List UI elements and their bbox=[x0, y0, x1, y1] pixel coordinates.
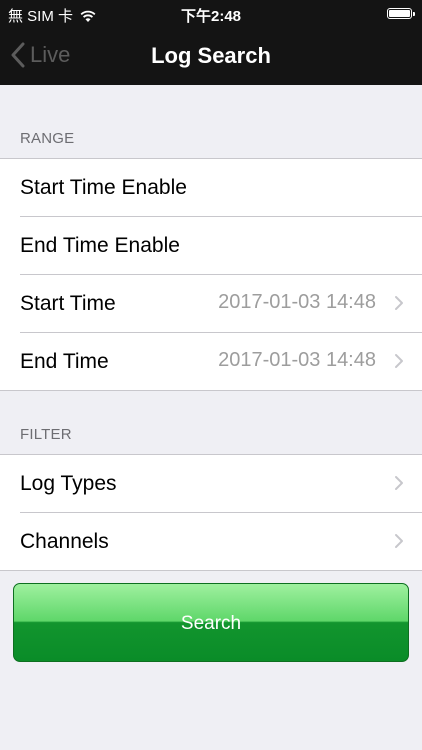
status-bar: 無 SIM 卡 下午2:48 bbox=[0, 0, 422, 28]
range-section-header: RANGE bbox=[20, 130, 75, 147]
status-time: 下午2:48 bbox=[180, 8, 242, 25]
nav-bar: Live Log Search bbox=[0, 28, 422, 85]
chevron-right-icon bbox=[395, 296, 403, 310]
row-label: Channels bbox=[20, 530, 109, 553]
start-time-enable-row[interactable]: Start Time Enable bbox=[20, 159, 422, 217]
row-label: End Time bbox=[20, 350, 109, 373]
row-label: Start Time Enable bbox=[20, 176, 187, 199]
search-button[interactable]: Search bbox=[13, 583, 409, 662]
range-group: Start Time Enable End Time Enable Start … bbox=[0, 158, 422, 391]
start-time-value: 2017-01-03 14:48 bbox=[218, 291, 376, 313]
filter-group: Log Types Channels bbox=[0, 454, 422, 571]
page-title: Log Search bbox=[151, 43, 271, 68]
start-time-row[interactable]: Start Time 2017-01-03 14:48 bbox=[20, 275, 422, 333]
row-label: Start Time bbox=[20, 292, 116, 315]
chevron-right-icon bbox=[395, 534, 403, 548]
end-time-enable-row[interactable]: End Time Enable bbox=[20, 217, 422, 275]
row-label: Log Types bbox=[20, 472, 117, 495]
battery-icon bbox=[387, 8, 415, 19]
row-label: End Time Enable bbox=[20, 234, 180, 257]
end-time-value: 2017-01-03 14:48 bbox=[218, 349, 376, 371]
end-time-row[interactable]: End Time 2017-01-03 14:48 bbox=[20, 333, 422, 390]
channels-row[interactable]: Channels bbox=[20, 513, 422, 570]
chevron-right-icon bbox=[395, 476, 403, 490]
log-types-row[interactable]: Log Types bbox=[20, 455, 422, 513]
filter-section-header: FILTER bbox=[20, 426, 72, 443]
chevron-right-icon bbox=[395, 354, 403, 368]
